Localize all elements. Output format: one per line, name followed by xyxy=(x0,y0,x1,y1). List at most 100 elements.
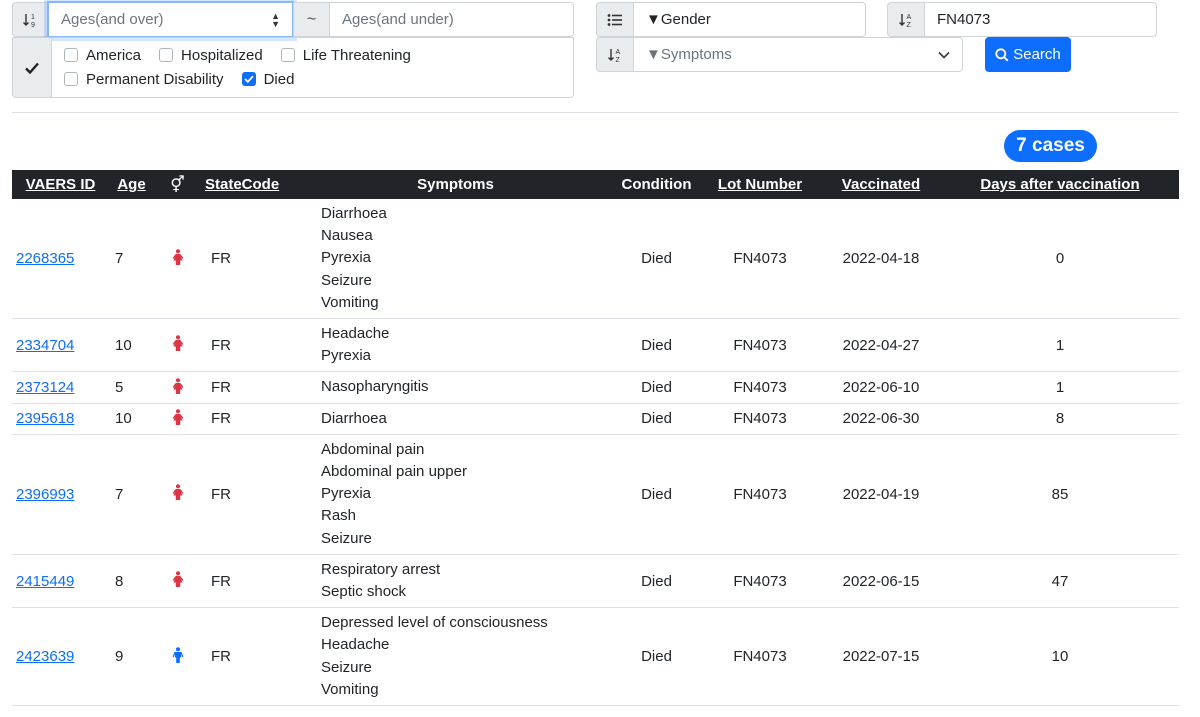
sort-days-link[interactable]: Days after vaccination xyxy=(980,176,1139,193)
svg-text:1: 1 xyxy=(31,14,35,21)
results-table-wrapper: VAERS ID Age ⚥ StateCode Symptoms Condit… xyxy=(12,170,1179,707)
checkbox-life-threatening[interactable]: Life Threatening xyxy=(280,47,411,64)
vaers-id-link[interactable]: 2334704 xyxy=(16,337,74,354)
symptom-list: Diarrhoea xyxy=(321,404,610,434)
checkbox-box[interactable] xyxy=(280,48,295,62)
sort-alpha-icon[interactable]: AZ xyxy=(596,37,634,72)
symptom-list: Nasopharyngitis xyxy=(321,372,610,402)
symptom-item: Abdominal pain xyxy=(321,440,425,458)
checkbox-hospitalized[interactable]: Hospitalized xyxy=(159,47,263,64)
vaers-id-link[interactable]: 2415449 xyxy=(16,573,74,590)
cell-condition: Died xyxy=(614,434,699,555)
symptoms-select[interactable]: ▼Symptoms xyxy=(633,37,963,72)
female-person-icon xyxy=(172,248,183,265)
cell-gender xyxy=(154,403,201,435)
cell-vaers-id: 2423639 xyxy=(12,607,109,707)
cell-statecode: FR xyxy=(201,371,297,404)
cell-days-after: 8 xyxy=(941,403,1179,435)
symptom-item: Septic shock xyxy=(321,583,407,601)
checkbox-permanent-disability[interactable]: Permanent Disability xyxy=(64,71,224,88)
age-under-input[interactable] xyxy=(329,2,574,37)
gender-select[interactable]: ▼Gender xyxy=(633,2,866,37)
svg-text:A: A xyxy=(907,14,912,21)
svg-text:9: 9 xyxy=(31,22,35,28)
cell-vaers-id: 2395618 xyxy=(12,403,109,435)
symptom-list: Abdominal pain Abdominal pain upper Pyrexi… xyxy=(321,435,610,554)
checkbox-label: America xyxy=(86,46,142,64)
spinner-icon[interactable]: ▲ ▼ xyxy=(271,11,280,28)
symptom-list: Respiratory arrest Septic shock xyxy=(321,555,610,607)
cell-statecode: FR xyxy=(201,607,297,707)
cell-symptoms: Diarrhoea xyxy=(297,403,614,435)
check-icon xyxy=(12,37,52,98)
symptom-item: Headache xyxy=(321,325,390,343)
cell-age: 10 xyxy=(109,403,154,435)
symptom-item: Abdominal pain upper xyxy=(321,463,467,481)
symptom-item: Respiratory arrest xyxy=(321,560,441,578)
checkbox-america[interactable]: America xyxy=(64,47,141,64)
cell-age: 5 xyxy=(109,371,154,404)
checkbox-box[interactable] xyxy=(64,72,78,86)
age-under-field[interactable] xyxy=(342,11,573,28)
search-button[interactable]: Search xyxy=(985,37,1071,72)
checkbox-box[interactable] xyxy=(64,48,78,62)
cell-age: 7 xyxy=(109,434,154,555)
cell-vaccinated: 2022-06-10 xyxy=(821,371,941,404)
table-row: 2334704 10 FR Headache Pyrexia Died FN4073 2022… xyxy=(12,318,1179,373)
table-row: 2268365 7 FR Diarrhoea Nausea Pyrexia Seizure V… xyxy=(12,199,1179,320)
vaers-id-link[interactable]: 2423639 xyxy=(16,648,74,665)
results-table: VAERS ID Age ⚥ StateCode Symptoms Condit… xyxy=(12,170,1179,707)
symptom-item: Seizure xyxy=(321,658,372,676)
table-header-row: VAERS ID Age ⚥ StateCode Symptoms Condit… xyxy=(12,170,1179,199)
cell-symptoms: Nasopharyngitis xyxy=(297,371,614,404)
symptom-item: Vomiting xyxy=(321,680,379,698)
cell-gender xyxy=(154,434,201,555)
sort-vaers-id-link[interactable]: VAERS ID xyxy=(26,176,96,193)
cases-count-badge: 7 cases xyxy=(1004,130,1097,162)
cell-gender xyxy=(154,554,201,609)
list-icon xyxy=(596,2,634,37)
table-row: 2396993 7 FR Abdominal pain Abdominal pain u… xyxy=(12,434,1179,555)
cell-lot-number: FN4073 xyxy=(699,434,821,555)
vaers-id-link[interactable]: 2396993 xyxy=(16,486,74,503)
sort-lot-number-link[interactable]: Lot Number xyxy=(718,176,802,193)
cell-lot-number: FN4073 xyxy=(699,607,821,707)
cell-vaers-id: 2373124 xyxy=(12,371,109,404)
checkbox-died[interactable]: Died xyxy=(241,71,294,88)
gender-icon[interactable]: ⚥ xyxy=(170,177,184,194)
cell-condition: Died xyxy=(614,318,699,373)
sort-alpha-icon[interactable]: AZ xyxy=(887,2,925,37)
checkbox-box[interactable] xyxy=(159,48,174,62)
cell-gender xyxy=(154,371,201,404)
cell-age: 10 xyxy=(109,318,154,373)
vaers-id-link[interactable]: 2268365 xyxy=(16,250,74,267)
symptom-item: Seizure xyxy=(321,529,372,547)
sort-numeric-icon[interactable]: 19 xyxy=(12,2,48,37)
cell-condition: Died xyxy=(614,371,699,404)
condition-header: Condition xyxy=(621,176,692,193)
cell-age: 9 xyxy=(109,607,154,707)
symptom-item: Diarrhoea xyxy=(321,409,387,427)
cell-vaers-id: 2415449 xyxy=(12,554,109,609)
cell-condition: Died xyxy=(614,607,699,707)
cell-lot-number: FN4073 xyxy=(699,371,821,404)
cell-symptoms: Depressed level of consciousness Headache… xyxy=(297,607,614,707)
sort-statecode-link[interactable]: StateCode xyxy=(205,176,279,193)
cell-condition: Died xyxy=(614,199,699,320)
cell-statecode: FR xyxy=(201,434,297,555)
age-over-input[interactable]: ▲▼ xyxy=(47,1,294,38)
cell-gender xyxy=(154,318,201,373)
vaers-id-link[interactable]: 2395618 xyxy=(16,410,74,427)
sort-age-link[interactable]: Age xyxy=(117,176,145,193)
chevron-down-icon xyxy=(938,51,950,59)
checkbox-box-checked[interactable] xyxy=(241,72,256,86)
female-person-icon xyxy=(172,484,183,501)
age-over-field[interactable] xyxy=(61,11,272,28)
female-person-icon xyxy=(172,408,183,425)
symptom-item: Rash xyxy=(321,507,357,525)
lot-number-input[interactable]: FN4073 xyxy=(924,2,1157,37)
condition-checkbox-group: America Hospitalized Life Threatening Pe… xyxy=(51,37,574,98)
vaers-id-link[interactable]: 2373124 xyxy=(16,379,74,396)
cell-vaccinated: 2022-04-19 xyxy=(821,434,941,555)
sort-vaccinated-link[interactable]: Vaccinated xyxy=(842,176,920,193)
